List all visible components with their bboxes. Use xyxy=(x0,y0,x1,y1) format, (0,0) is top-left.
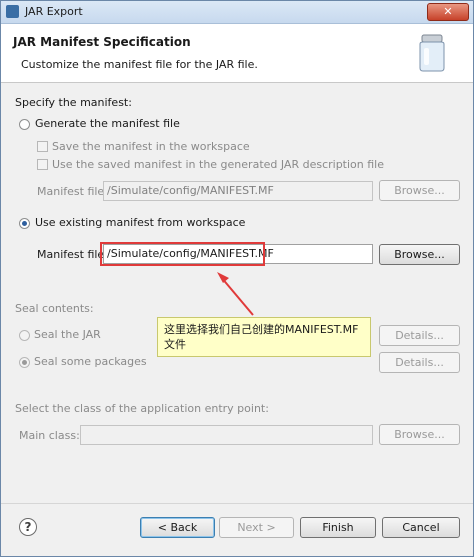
footer-separator xyxy=(1,503,473,504)
annotation-callout: 这里选择我们自己创建的MANIFEST.MF文件 xyxy=(157,317,371,357)
close-button[interactable]: ✕ xyxy=(427,3,469,21)
jar-icon xyxy=(419,34,445,72)
next-button[interactable]: Next > xyxy=(219,517,294,538)
jar-export-window: JAR Export ✕ JAR Manifest Specification … xyxy=(0,0,474,557)
back-button[interactable]: < Back xyxy=(140,517,215,538)
help-icon[interactable]: ? xyxy=(19,518,37,536)
page-title: JAR Manifest Specification xyxy=(13,35,191,49)
wizard-header: JAR Manifest Specification Customize the… xyxy=(1,24,473,83)
title-bar: JAR Export ✕ xyxy=(1,1,473,24)
page-description: Customize the manifest file for the JAR … xyxy=(21,58,258,71)
wizard-body: Specify the manifest: Generate the manif… xyxy=(1,83,473,503)
cancel-button[interactable]: Cancel xyxy=(382,517,460,538)
annotation-arrow xyxy=(217,272,254,316)
finish-button[interactable]: Finish xyxy=(300,517,376,538)
eclipse-app-icon xyxy=(6,5,19,18)
window-title: JAR Export xyxy=(25,5,83,18)
